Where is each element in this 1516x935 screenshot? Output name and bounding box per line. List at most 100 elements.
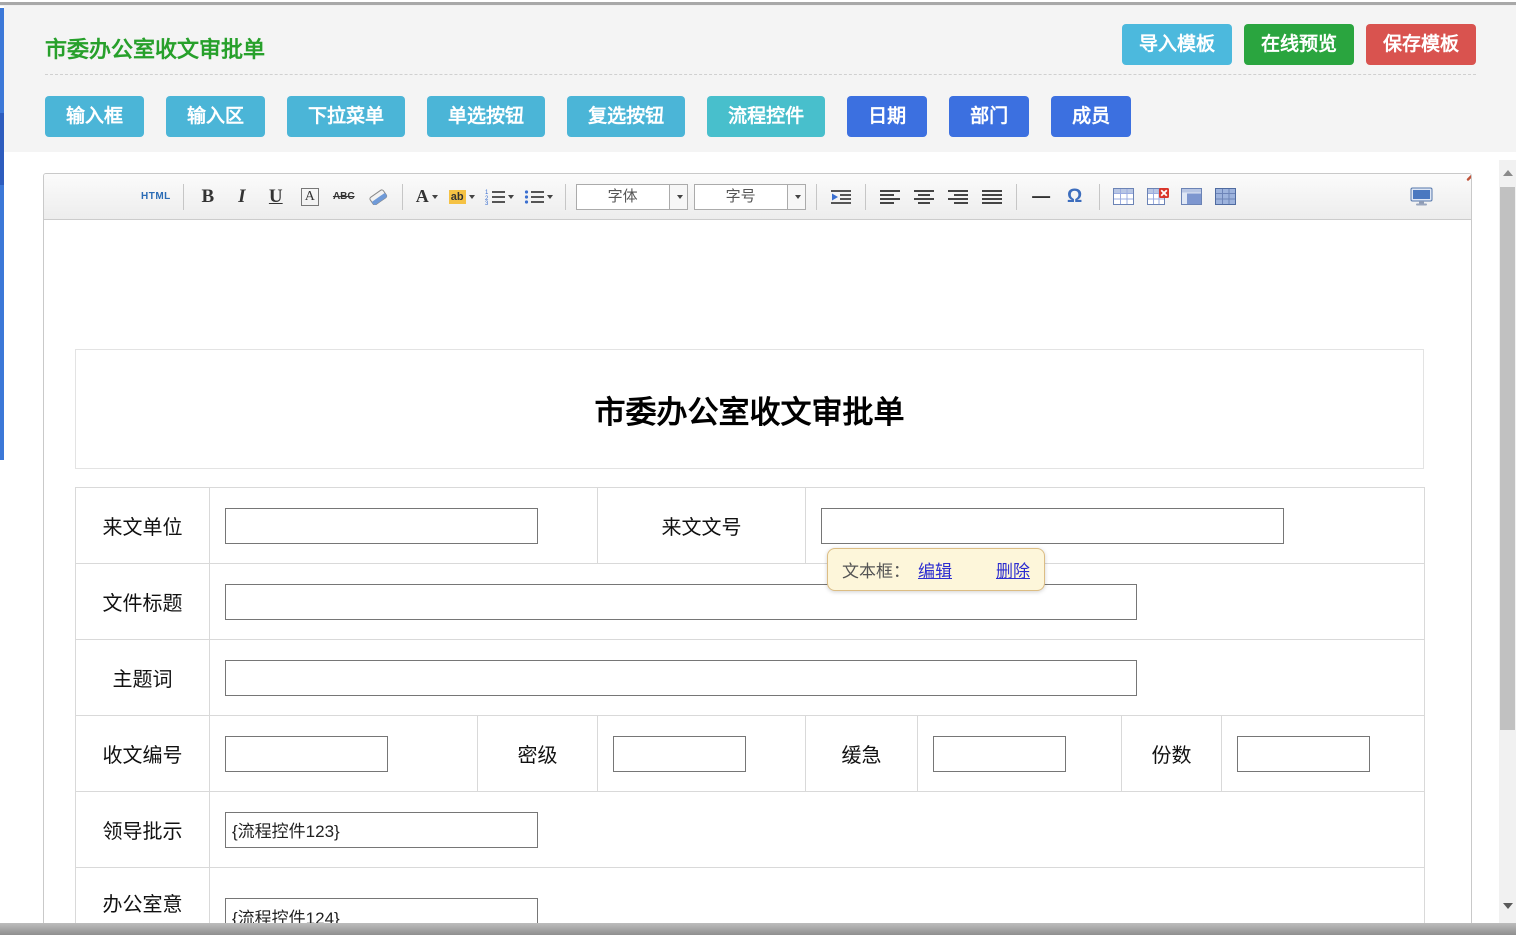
widget-date-button[interactable]: 日期 xyxy=(847,96,927,137)
label-secrecy: 密级 xyxy=(478,716,598,792)
vertical-scrollbar[interactable] xyxy=(1499,160,1516,923)
font-family-select[interactable]: 字体 xyxy=(576,184,688,210)
widget-input-box-button[interactable]: 输入框 xyxy=(45,96,144,137)
font-size-label: 字号 xyxy=(695,185,787,209)
table-row: 领导批示 xyxy=(76,792,1425,868)
html-source-icon: HTML xyxy=(141,191,171,202)
widget-department-button[interactable]: 部门 xyxy=(949,96,1029,137)
rich-text-editor: HTML B I U A ABC A ab 123 字体 字号 xyxy=(43,173,1472,935)
widget-input-area-button[interactable]: 输入区 xyxy=(166,96,265,137)
ordered-list-button[interactable]: 123 xyxy=(485,184,514,210)
align-center-icon xyxy=(914,189,934,205)
table-merge-icon xyxy=(1181,188,1202,205)
delete-control-link[interactable]: 删除 xyxy=(996,557,1030,582)
keywords-input[interactable] xyxy=(225,660,1137,696)
italic-button[interactable]: I xyxy=(230,184,254,210)
left-edge-strip xyxy=(0,8,4,460)
align-justify-icon xyxy=(982,189,1002,205)
editor-document[interactable]: 市委办公室收文审批单 来文单位 来文文号 文件标题 主题词 收文编 xyxy=(44,220,1471,935)
receipt-number-input[interactable] xyxy=(225,736,388,772)
online-preview-button[interactable]: 在线预览 xyxy=(1244,24,1354,65)
eraser-icon xyxy=(367,189,389,205)
font-color-icon: A xyxy=(416,186,429,207)
label-leader-comment: 领导批示 xyxy=(76,792,210,868)
insert-table-button[interactable] xyxy=(1112,184,1136,210)
boxed-a-icon: A xyxy=(301,188,319,206)
table-delete-icon xyxy=(1147,188,1169,205)
dashed-divider xyxy=(45,74,1476,75)
format-block-button[interactable]: A xyxy=(298,184,322,210)
special-char-button[interactable]: Ω xyxy=(1063,184,1087,210)
strikethrough-button[interactable]: ABC xyxy=(332,184,356,210)
copies-input[interactable] xyxy=(1237,736,1370,772)
chevron-down-icon xyxy=(508,195,514,199)
widget-checkbox-button[interactable]: 复选按钮 xyxy=(567,96,685,137)
urgency-input[interactable] xyxy=(933,736,1066,772)
import-template-button[interactable]: 导入模板 xyxy=(1122,24,1232,65)
align-center-button[interactable] xyxy=(912,184,936,210)
doc-number-input[interactable] xyxy=(821,508,1284,544)
highlight-color-button[interactable]: ab xyxy=(449,184,475,210)
chevron-down-icon xyxy=(432,195,438,199)
scrollbar-thumb[interactable] xyxy=(1500,187,1515,730)
page-title: 市委办公室收文审批单 xyxy=(45,32,265,64)
toolbar-separator xyxy=(865,184,866,210)
align-left-button[interactable] xyxy=(878,184,902,210)
header-band: 市委办公室收文审批单 导入模板 在线预览 保存模板 输入框 输入区 下拉菜单 单… xyxy=(4,6,1516,152)
scroll-down-icon xyxy=(1503,903,1513,909)
chevron-down-icon xyxy=(795,195,801,199)
widget-dropdown-button[interactable]: 下拉菜单 xyxy=(287,96,405,137)
source-unit-input[interactable] xyxy=(225,508,538,544)
edit-control-link[interactable]: 编辑 xyxy=(918,557,952,582)
toolbar-separator xyxy=(816,184,817,210)
label-copies: 份数 xyxy=(1122,716,1222,792)
table-grid-icon xyxy=(1215,188,1236,205)
unordered-list-button[interactable] xyxy=(524,184,553,210)
font-color-button[interactable]: A xyxy=(415,184,439,210)
highlight-icon: ab xyxy=(449,190,466,204)
toolbar-separator xyxy=(402,184,403,210)
align-right-icon xyxy=(948,189,968,205)
table-row: 收文编号 密级 缓急 份数 xyxy=(76,716,1425,792)
widget-flow-control-button[interactable]: 流程控件 xyxy=(707,96,825,137)
leader-comment-input[interactable] xyxy=(225,812,538,848)
font-family-label: 字体 xyxy=(577,185,669,209)
chevron-down-icon xyxy=(547,195,553,199)
indent-button[interactable] xyxy=(829,184,853,210)
table-row: 文件标题 xyxy=(76,564,1425,640)
fullscreen-button[interactable] xyxy=(1409,184,1433,210)
horizontal-rule-button[interactable]: — xyxy=(1029,184,1053,210)
widget-member-button[interactable]: 成员 xyxy=(1051,96,1131,137)
select-arrow[interactable] xyxy=(669,185,687,209)
toolbar-separator xyxy=(183,184,184,210)
toolbar-separator xyxy=(1099,184,1100,210)
bottom-edge-strip xyxy=(0,923,1516,935)
delete-table-button[interactable] xyxy=(1146,184,1170,210)
align-right-button[interactable] xyxy=(946,184,970,210)
align-justify-button[interactable] xyxy=(980,184,1004,210)
secrecy-input[interactable] xyxy=(613,736,746,772)
widget-radio-button[interactable]: 单选按钮 xyxy=(427,96,545,137)
font-size-select[interactable]: 字号 xyxy=(694,184,806,210)
table-properties-button[interactable] xyxy=(1214,184,1238,210)
scroll-up-button[interactable] xyxy=(1499,166,1516,180)
select-arrow[interactable] xyxy=(787,185,805,209)
document-title: 市委办公室收文审批单 xyxy=(595,387,905,432)
table-row: 主题词 xyxy=(76,640,1425,716)
chevron-down-icon xyxy=(677,195,683,199)
remove-format-button[interactable] xyxy=(366,184,390,210)
chevron-down-icon xyxy=(469,195,475,199)
svg-text:3: 3 xyxy=(485,201,489,205)
scroll-down-button[interactable] xyxy=(1499,903,1516,909)
header-actions: 导入模板 在线预览 保存模板 xyxy=(1122,24,1476,65)
indent-icon xyxy=(831,189,851,205)
merge-cell-button[interactable] xyxy=(1180,184,1204,210)
bold-button[interactable]: B xyxy=(196,184,220,210)
table-row: 来文单位 来文文号 xyxy=(76,488,1425,564)
left-edge-strip-segment xyxy=(0,113,4,185)
html-source-button[interactable]: HTML xyxy=(141,184,171,210)
label-keywords: 主题词 xyxy=(76,640,210,716)
save-template-button[interactable]: 保存模板 xyxy=(1366,24,1476,65)
ordered-list-icon: 123 xyxy=(485,189,505,205)
underline-button[interactable]: U xyxy=(264,184,288,210)
